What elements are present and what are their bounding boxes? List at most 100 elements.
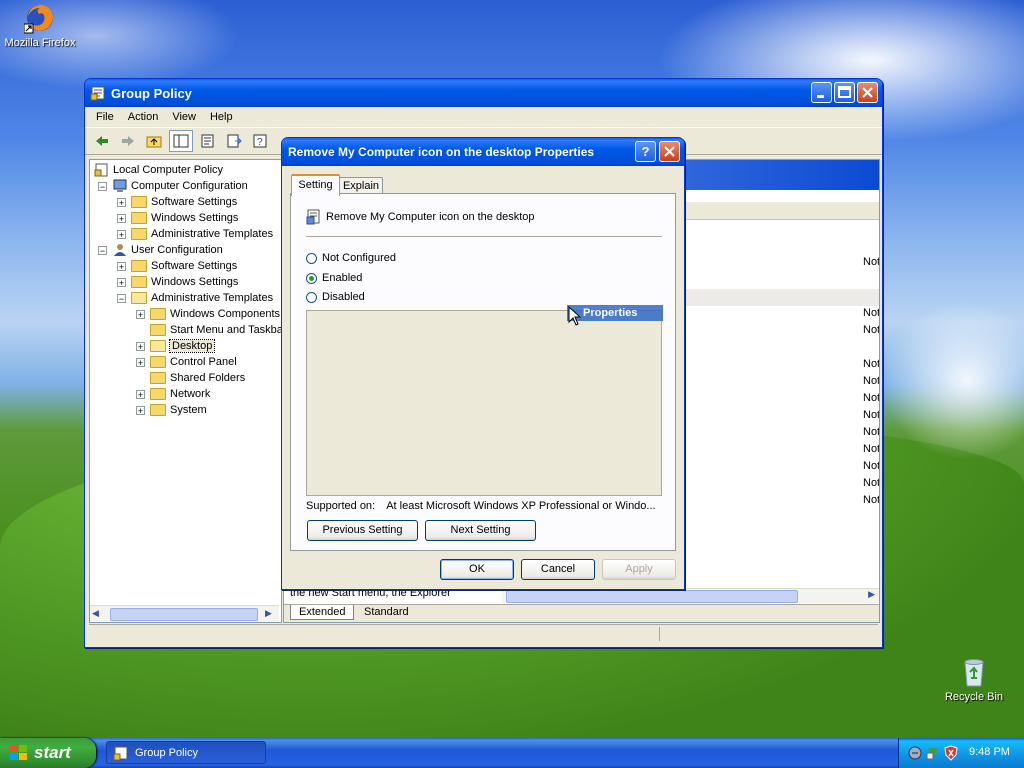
tab-standard[interactable]: Standard — [356, 605, 417, 619]
help-button[interactable]: ? — [635, 141, 656, 162]
maximize-button[interactable] — [834, 82, 855, 103]
dialog-close-button[interactable] — [659, 141, 680, 162]
tree-node-start-menu-taskbar[interactable]: Start Menu and Taskbar — [150, 322, 287, 338]
properties-dialog: Remove My Computer icon on the desktop P… — [281, 137, 685, 590]
help-icon[interactable]: ? — [249, 131, 271, 151]
scroll-left-icon[interactable]: ◀ — [92, 608, 104, 620]
list-row-state: Not — [863, 477, 880, 489]
export-list-icon[interactable] — [223, 131, 245, 151]
tree-label: Administrative Templates — [151, 228, 274, 240]
scroll-thumb[interactable] — [110, 608, 258, 621]
expand-icon[interactable]: + — [136, 309, 145, 319]
folder-icon — [131, 228, 147, 240]
tree-label: Control Panel — [170, 356, 237, 368]
group-policy-icon — [113, 745, 129, 761]
expand-icon[interactable]: + — [117, 261, 126, 271]
expand-icon[interactable]: + — [117, 197, 126, 207]
tree-node-software-settings[interactable]: + Software Settings — [117, 194, 237, 210]
tree-node-administrative-templates[interactable]: + Administrative Templates — [117, 226, 273, 242]
dialog-title-bar[interactable]: Remove My Computer icon on the desktop P… — [282, 138, 684, 166]
tree-node-software-settings[interactable]: + Software Settings — [117, 258, 237, 274]
tree-node-windows-settings[interactable]: + Windows Settings — [117, 274, 238, 290]
list-row-state: Not — [863, 460, 880, 472]
list-row-state: Not — [863, 307, 880, 319]
next-setting-button[interactable]: Next Setting — [425, 520, 536, 541]
menu-action[interactable]: Action — [121, 111, 166, 123]
clock[interactable]: 9:48 PM — [969, 746, 1010, 758]
folder-icon — [150, 372, 166, 384]
tree-node-computer-configuration[interactable]: − Computer Configuration — [98, 178, 248, 194]
tree-node-shared-folders[interactable]: Shared Folders — [150, 370, 245, 386]
forward-arrow-icon[interactable] — [117, 131, 139, 151]
collapse-icon[interactable]: − — [98, 181, 107, 191]
previous-setting-button[interactable]: Previous Setting — [307, 520, 418, 541]
start-button[interactable]: start — [0, 738, 96, 768]
list-row-state: Not — [863, 443, 880, 455]
firefox-desktop-icon[interactable]: Mozilla Firefox — [0, 2, 80, 49]
taskbar-task-label: Group Policy — [135, 746, 198, 759]
expand-icon[interactable]: + — [117, 229, 126, 239]
menu-view[interactable]: View — [165, 111, 203, 123]
recycle-bin-desktop-icon[interactable]: Recycle Bin — [934, 656, 1014, 703]
taskbar-button-group-policy[interactable]: Group Policy — [106, 741, 266, 764]
tab-setting[interactable]: Setting — [291, 174, 340, 196]
radio-enabled[interactable]: Enabled — [306, 272, 362, 284]
folder-icon — [131, 196, 147, 208]
supported-label: Supported on: — [306, 500, 376, 512]
list-row-state: Not — [863, 358, 880, 370]
tree-node-windows-settings[interactable]: + Windows Settings — [117, 210, 238, 226]
expand-icon[interactable]: + — [136, 389, 145, 399]
expand-icon[interactable]: + — [117, 213, 126, 223]
minimize-button[interactable] — [811, 82, 832, 103]
tree-horizontal-scrollbar[interactable]: ◀ ▶ — [90, 605, 279, 622]
scroll-right-icon[interactable]: ▶ — [265, 608, 277, 620]
list-horizontal-scrollbar[interactable]: ▶ — [502, 588, 879, 603]
expand-icon[interactable]: + — [136, 357, 145, 367]
close-button[interactable] — [857, 82, 878, 103]
expand-icon[interactable]: + — [136, 341, 145, 351]
folder-icon — [131, 212, 147, 224]
scroll-thumb[interactable] — [506, 590, 798, 603]
radio-not-configured[interactable]: Not Configured — [306, 252, 396, 264]
tree-label: Start Menu and Taskbar — [170, 324, 287, 336]
menu-help[interactable]: Help — [203, 111, 240, 123]
tree-node-system[interactable]: + System — [136, 402, 207, 418]
gp-title-bar[interactable]: Group Policy — [85, 79, 882, 107]
cancel-button[interactable]: Cancel — [521, 559, 595, 580]
properties-icon[interactable] — [197, 131, 219, 151]
back-arrow-icon[interactable] — [91, 131, 113, 151]
scroll-right-icon[interactable]: ▶ — [868, 589, 875, 600]
tree-label: User Configuration — [131, 244, 223, 256]
tree-node-control-panel[interactable]: + Control Panel — [136, 354, 237, 370]
radio-disabled[interactable]: Disabled — [306, 291, 365, 303]
security-center-icon[interactable] — [925, 745, 941, 761]
tree-node-user-configuration[interactable]: − User Configuration — [98, 242, 223, 258]
expand-icon[interactable]: + — [136, 405, 145, 415]
apply-button[interactable]: Apply — [602, 559, 676, 580]
shield-icon[interactable] — [943, 745, 959, 761]
status-bar — [89, 624, 878, 643]
supported-value: At least Microsoft Windows XP Profession… — [386, 500, 656, 512]
tab-extended[interactable]: Extended — [290, 605, 355, 620]
radio-circle — [306, 291, 317, 303]
tree-node-windows-components[interactable]: + Windows Components — [136, 306, 280, 322]
menu-file[interactable]: File — [89, 111, 121, 123]
show-hide-tree-icon[interactable] — [169, 130, 193, 152]
expand-icon[interactable]: + — [117, 277, 126, 287]
tree-node-network[interactable]: + Network — [136, 386, 210, 402]
up-folder-icon[interactable] — [143, 131, 165, 151]
list-row-state: Not — [863, 409, 880, 421]
tree-node-desktop[interactable]: + Desktop — [136, 338, 216, 354]
gp-menu-bar: File Action View Help — [85, 107, 882, 127]
tree-node-administrative-templates[interactable]: − Administrative Templates — [117, 290, 273, 306]
dialog-title: Remove My Computer icon on the desktop P… — [288, 145, 595, 159]
tree-node-local-computer-policy[interactable]: Local Computer Policy — [94, 162, 223, 178]
policy-heading: Remove My Computer icon on the desktop — [306, 209, 535, 225]
collapse-icon[interactable]: − — [117, 293, 126, 303]
ok-button[interactable]: OK — [440, 559, 514, 580]
network-icon[interactable] — [907, 745, 923, 761]
start-label: start — [34, 743, 71, 762]
policy-tree: Local Computer Policy − Computer Configur… — [89, 159, 287, 623]
collapse-icon[interactable]: − — [98, 245, 107, 255]
list-row-state: Not — [863, 494, 880, 506]
